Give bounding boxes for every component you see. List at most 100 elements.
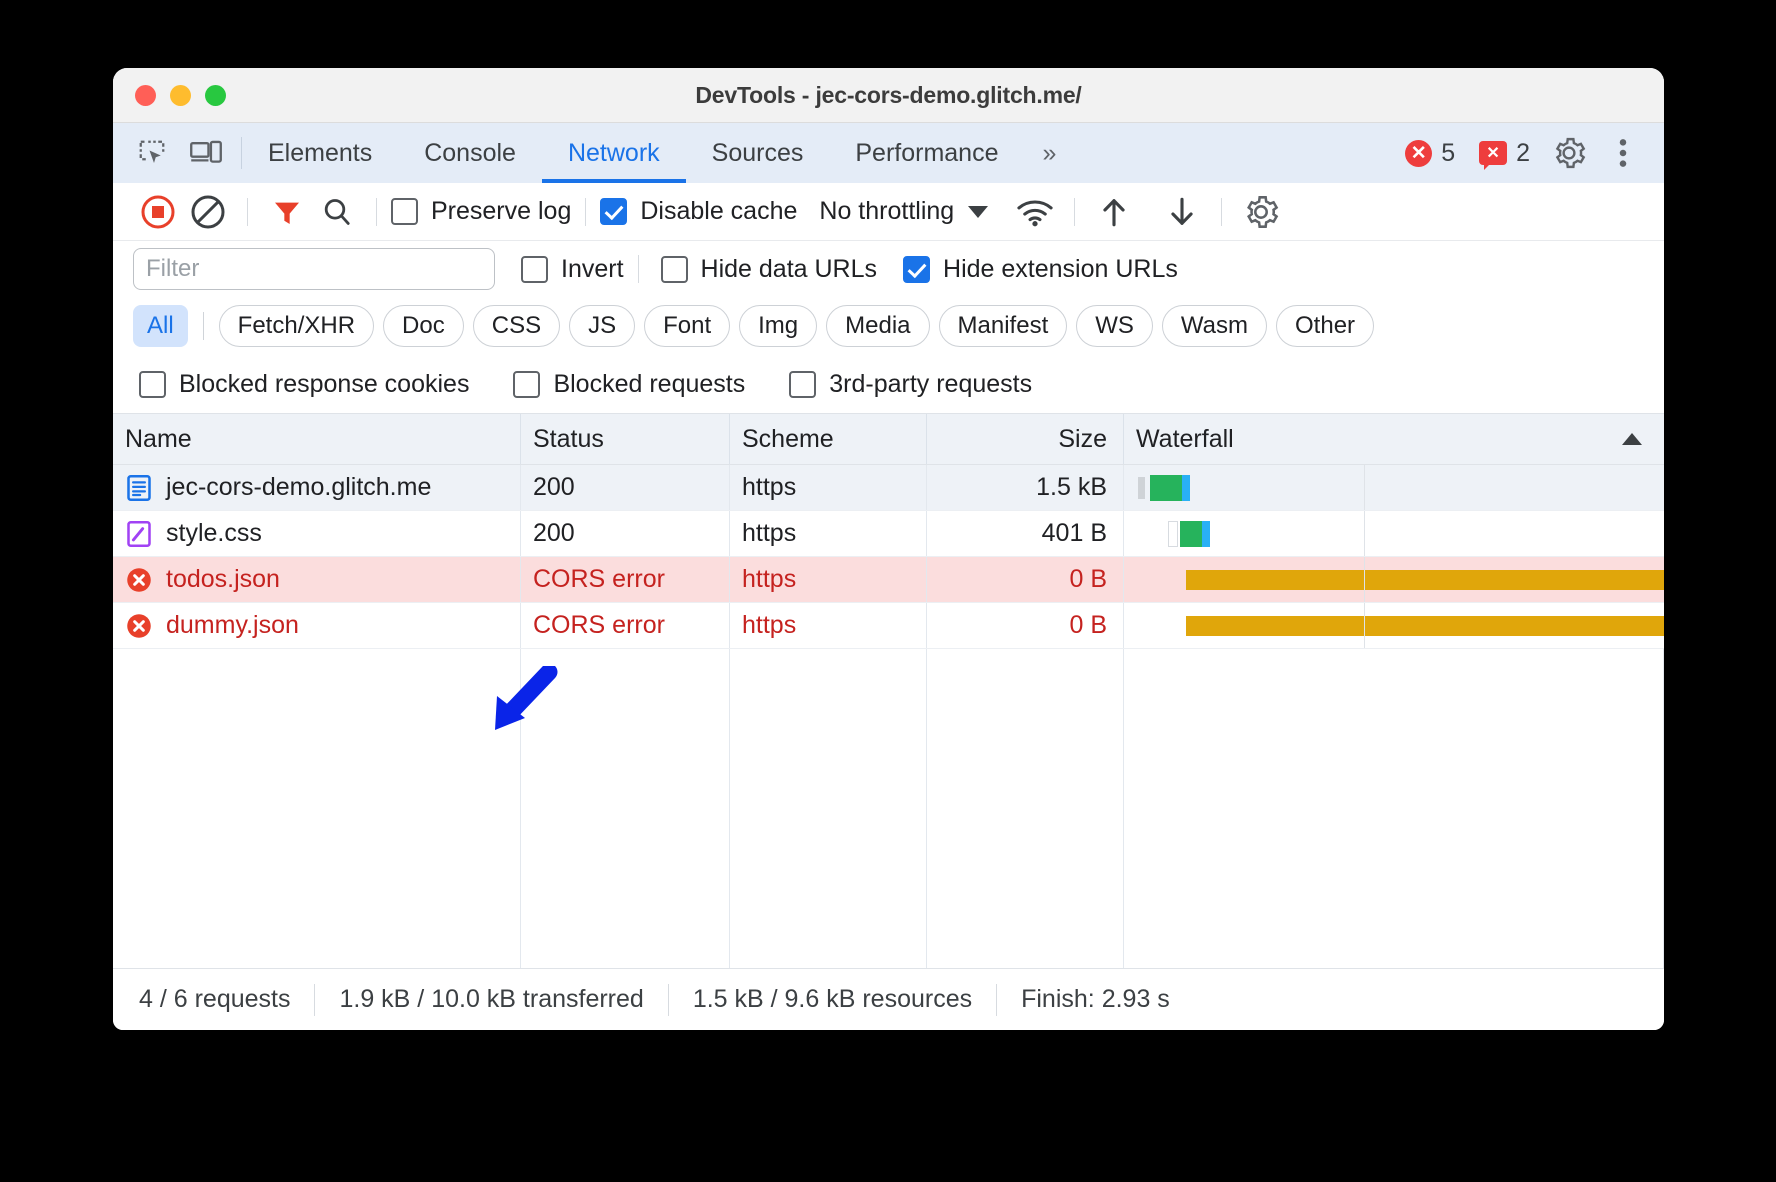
cell-name[interactable]: todos.json: [113, 557, 521, 602]
type-filter-all[interactable]: All: [133, 305, 188, 347]
tabstrip-right-group: ✕ 5 ✕ 2: [1397, 123, 1664, 183]
filter-input[interactable]: [133, 248, 495, 290]
cell-scheme: https: [730, 557, 927, 602]
status-divider-2: [667, 983, 669, 1016]
disable-cache-checkbox[interactable]: Disable cache: [600, 197, 797, 226]
cell-waterfall: [1124, 511, 1664, 556]
cell-scheme: https: [730, 511, 927, 556]
blocked-requests-checkbox[interactable]: Blocked requests: [513, 370, 745, 399]
tabstrip-left-icons: [113, 123, 241, 183]
table-row[interactable]: style.css 200 https 401 B: [113, 511, 1664, 557]
toolbar-divider-5: [1221, 197, 1223, 226]
preserve-log-checkbox[interactable]: Preserve log: [391, 197, 571, 226]
more-tabs-chevron-icon[interactable]: »: [1024, 123, 1072, 183]
cell-scheme: https: [730, 465, 927, 510]
error-count-badge[interactable]: ✕ 5: [1397, 139, 1463, 168]
tab-sources[interactable]: Sources: [686, 123, 830, 183]
column-header-name[interactable]: Name: [113, 414, 521, 464]
tab-elements[interactable]: Elements: [242, 123, 398, 183]
cell-waterfall: [1124, 557, 1664, 602]
window-titlebar: DevTools - jec-cors-demo.glitch.me/: [113, 68, 1664, 123]
type-filter-js[interactable]: JS: [569, 305, 636, 347]
table-row[interactable]: dummy.json CORS error https 0 B: [113, 603, 1664, 649]
throttling-value: No throttling: [819, 197, 955, 225]
preserve-log-label: Preserve log: [431, 197, 572, 225]
type-filter-img[interactable]: Img: [739, 305, 818, 347]
blocked-response-cookies-box-icon: [139, 370, 166, 398]
type-filter-doc[interactable]: Doc: [383, 305, 464, 347]
pill-divider: [202, 312, 204, 340]
type-filter-media[interactable]: Media: [826, 305, 930, 347]
toolbar-divider-4: [1074, 197, 1076, 226]
table-row[interactable]: jec-cors-demo.glitch.me 200 https 1.5 kB: [113, 465, 1664, 511]
cell-name[interactable]: dummy.json: [113, 603, 521, 648]
third-party-requests-checkbox[interactable]: 3rd-party requests: [789, 370, 1032, 399]
column-header-size[interactable]: Size: [927, 414, 1124, 464]
filter-funnel-icon[interactable]: [262, 189, 312, 235]
filter-row: Invert Hide data URLs Hide extension URL…: [113, 241, 1664, 297]
hide-extension-urls-checkbox[interactable]: Hide extension URLs: [903, 255, 1178, 284]
warning-count-badge[interactable]: ✕ 2: [1471, 139, 1538, 170]
cell-name[interactable]: style.css: [113, 511, 521, 556]
network-conditions-icon[interactable]: [1010, 189, 1060, 235]
table-row[interactable]: todos.json CORS error https 0 B: [113, 557, 1664, 603]
blocked-response-cookies-checkbox[interactable]: Blocked response cookies: [139, 370, 469, 399]
cell-scheme: https: [730, 603, 927, 648]
devtools-tabstrip: Elements Console Network Sources Perform…: [113, 123, 1664, 183]
invert-label: Invert: [561, 254, 624, 283]
type-filter-other[interactable]: Other: [1276, 305, 1375, 347]
clear-icon[interactable]: [183, 189, 233, 235]
tab-network[interactable]: Network: [541, 123, 686, 183]
record-stop-icon[interactable]: [133, 189, 183, 235]
device-toolbar-icon[interactable]: [189, 138, 223, 168]
tab-console[interactable]: Console: [398, 123, 542, 183]
table-header-row: Name Status Scheme Size Waterfall: [113, 413, 1664, 465]
toolbar-divider-2: [376, 197, 377, 226]
hide-extension-urls-label: Hide extension URLs: [943, 254, 1178, 283]
cell-size: 0 B: [927, 557, 1124, 602]
status-divider-3: [996, 983, 998, 1016]
sort-ascending-icon: [1622, 433, 1642, 445]
toolbar-divider: [247, 197, 248, 226]
type-filter-css[interactable]: CSS: [472, 305, 561, 347]
search-icon[interactable]: [312, 189, 362, 235]
hide-data-urls-checkbox[interactable]: Hide data URLs: [660, 254, 878, 284]
gear-icon[interactable]: [1546, 130, 1592, 176]
kebab-menu-icon[interactable]: [1600, 130, 1646, 176]
upload-arrow-icon[interactable]: [1089, 189, 1139, 235]
network-settings-gear-icon[interactable]: [1236, 189, 1286, 235]
filler-col-scheme: [730, 649, 927, 968]
tab-performance[interactable]: Performance: [829, 123, 1024, 183]
cell-name[interactable]: jec-cors-demo.glitch.me: [113, 465, 521, 510]
cell-size: 401 B: [927, 511, 1124, 556]
hide-data-urls-label: Hide data URLs: [700, 254, 878, 283]
table-empty-area: [113, 649, 1664, 968]
network-toolbar: Preserve log Disable cache No throttling: [113, 183, 1664, 241]
invert-checkbox[interactable]: Invert: [521, 255, 624, 284]
cell-name-label: jec-cors-demo.glitch.me: [166, 473, 432, 501]
error-circle-icon: ✕: [1405, 139, 1433, 167]
column-header-waterfall[interactable]: Waterfall: [1124, 414, 1664, 464]
type-filter-ws[interactable]: WS: [1076, 305, 1153, 347]
cell-name-label: todos.json: [166, 565, 280, 593]
type-filter-wasm[interactable]: Wasm: [1161, 305, 1268, 347]
column-header-scheme[interactable]: Scheme: [730, 414, 927, 464]
column-header-status[interactable]: Status: [521, 414, 730, 464]
type-filter-font[interactable]: Font: [644, 305, 731, 347]
download-arrow-icon[interactable]: [1157, 189, 1207, 235]
blocked-response-cookies-label: Blocked response cookies: [179, 369, 470, 398]
toolbar-divider-3: [585, 197, 587, 226]
third-party-requests-label: 3rd-party requests: [829, 369, 1033, 398]
throttling-dropdown[interactable]: No throttling: [819, 197, 989, 226]
error-circle-icon: [125, 566, 153, 594]
inspect-element-icon[interactable]: [135, 138, 169, 168]
finish-time-label: Finish: 2.93 s: [1021, 985, 1170, 1013]
table-body: jec-cors-demo.glitch.me 200 https 1.5 kB: [113, 465, 1664, 968]
hide-extension-urls-box-icon: [903, 255, 931, 283]
cell-status: 200: [521, 465, 730, 510]
type-filter-manifest[interactable]: Manifest: [938, 305, 1068, 347]
window-title: DevTools - jec-cors-demo.glitch.me/: [695, 81, 1082, 108]
issue-bubble-icon: ✕: [1479, 141, 1508, 170]
cell-size: 0 B: [927, 603, 1124, 648]
type-filter-fetch-xhr[interactable]: Fetch/XHR: [218, 305, 375, 347]
